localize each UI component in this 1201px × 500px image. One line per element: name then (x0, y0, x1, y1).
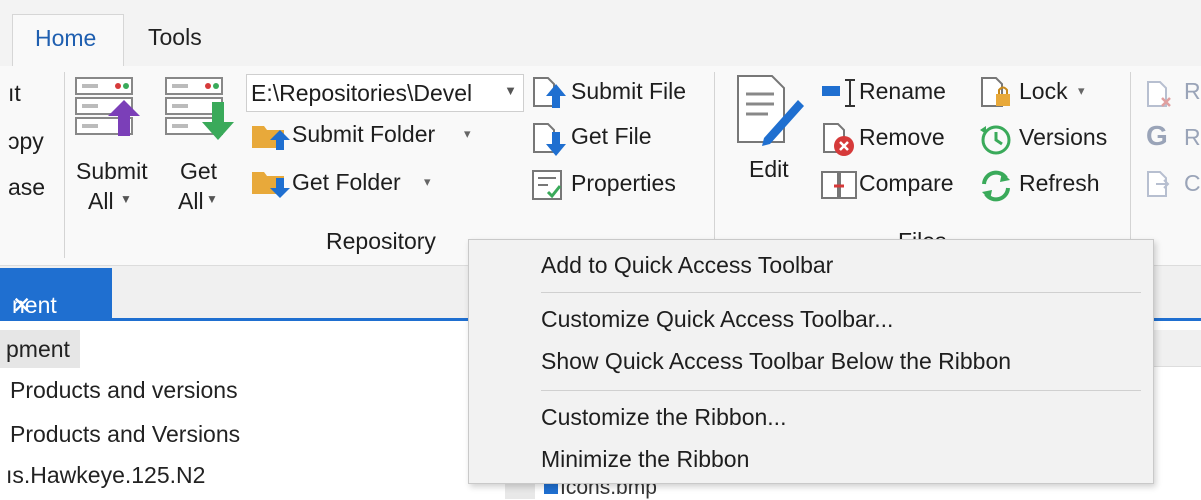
document-tab[interactable]: nent ✕ (0, 268, 112, 320)
submit-folder-icon[interactable] (250, 120, 290, 155)
tab-home-label: Home (35, 25, 97, 51)
menu-item-customize-quick-access[interactable]: Customize Quick Access Toolbar... (541, 306, 893, 333)
chevron-down-icon[interactable]: ▾ (464, 126, 471, 142)
get-all-label[interactable]: Get (180, 158, 217, 185)
menu-item-minimize-ribbon[interactable]: Minimize the Ribbon (541, 446, 749, 473)
menu-item-customize-ribbon[interactable]: Customize the Ribbon... (541, 404, 786, 431)
compare-icon[interactable] (820, 168, 858, 209)
ribbon: ıt ɔpy ase Submit All ▼ Get All ▼ Submit (0, 66, 1201, 266)
file-panel-header (1152, 330, 1201, 367)
submit-all-label-2[interactable]: All (88, 188, 114, 215)
close-icon[interactable]: ✕ (12, 292, 31, 319)
properties-label[interactable]: Properties (571, 170, 676, 197)
rename-icon[interactable] (820, 78, 860, 113)
disabled-action-label: C (1184, 170, 1201, 196)
clipboard-cut-label[interactable]: ıt (8, 80, 21, 107)
menu-item-add-to-quick-access[interactable]: Add to Quick Access Toolbar (541, 252, 833, 279)
submit-all-label[interactable]: Submit (76, 158, 148, 185)
chevron-down-icon[interactable]: ▾ (1078, 83, 1085, 99)
tree-item[interactable]: Products and versions (10, 377, 238, 404)
lock-icon[interactable] (978, 76, 1014, 115)
clipboard-paste-label[interactable]: ase (8, 174, 45, 201)
refresh-icon[interactable] (978, 168, 1014, 209)
tree-item[interactable]: ıs.Hawkeye.125.N2 (6, 462, 205, 489)
chevron-down-icon[interactable]: ▼ (120, 192, 132, 206)
menu-separator (541, 390, 1141, 391)
clipboard-copy-label[interactable]: ɔpy (8, 128, 44, 155)
disabled-action-label: R (1184, 124, 1201, 150)
submit-file-icon[interactable] (530, 76, 566, 115)
get-folder-icon[interactable] (250, 166, 290, 203)
get-all-icon[interactable] (164, 76, 238, 145)
edit-icon[interactable] (734, 74, 806, 151)
versions-label[interactable]: Versions (1019, 124, 1107, 151)
tab-tools[interactable]: Tools (148, 24, 202, 51)
disabled-export-icon (1144, 170, 1174, 205)
versions-icon[interactable] (978, 122, 1014, 163)
group-separator (64, 72, 65, 258)
lock-label[interactable]: Lock (1019, 78, 1068, 105)
chevron-down-icon[interactable]: ▼ (504, 83, 517, 98)
compare-label[interactable]: Compare (859, 170, 954, 197)
disabled-action-icon (1144, 80, 1174, 115)
group-separator (1130, 72, 1131, 258)
menu-item-show-quick-access-below[interactable]: Show Quick Access Toolbar Below the Ribb… (541, 348, 1011, 375)
edit-label[interactable]: Edit (749, 156, 789, 183)
get-file-icon[interactable] (530, 122, 566, 161)
tab-home[interactable]: Home (12, 14, 124, 67)
rename-label[interactable]: Rename (859, 78, 946, 105)
submit-folder-label[interactable]: Submit Folder (292, 121, 435, 148)
group-separator (714, 72, 715, 258)
submit-file-label[interactable]: Submit File (571, 78, 686, 105)
disabled-g-icon: G (1146, 120, 1168, 151)
menu-separator (541, 292, 1141, 293)
repository-path-combo[interactable]: E:\Repositories\Devel ▼ (246, 74, 524, 112)
get-folder-label[interactable]: Get Folder (292, 169, 401, 196)
refresh-label[interactable]: Refresh (1019, 170, 1100, 197)
chevron-down-icon[interactable]: ▾ (424, 174, 431, 190)
get-all-label-2[interactable]: All (178, 188, 204, 215)
disabled-action-label: R (1184, 78, 1201, 104)
remove-icon[interactable] (820, 122, 856, 163)
group-label-repository: Repository (326, 228, 436, 254)
tree-item[interactable]: Products and Versions (10, 421, 240, 448)
ribbon-context-menu: Add to Quick Access Toolbar Customize Qu… (468, 239, 1154, 484)
remove-label[interactable]: Remove (859, 124, 945, 151)
tree-item[interactable]: pment (6, 336, 70, 363)
get-file-label[interactable]: Get File (571, 123, 652, 150)
repository-path-value: E:\Repositories\Devel (251, 80, 473, 106)
chevron-down-icon[interactable]: ▼ (206, 192, 218, 206)
submit-all-icon[interactable] (74, 76, 144, 141)
properties-icon[interactable] (530, 168, 566, 207)
